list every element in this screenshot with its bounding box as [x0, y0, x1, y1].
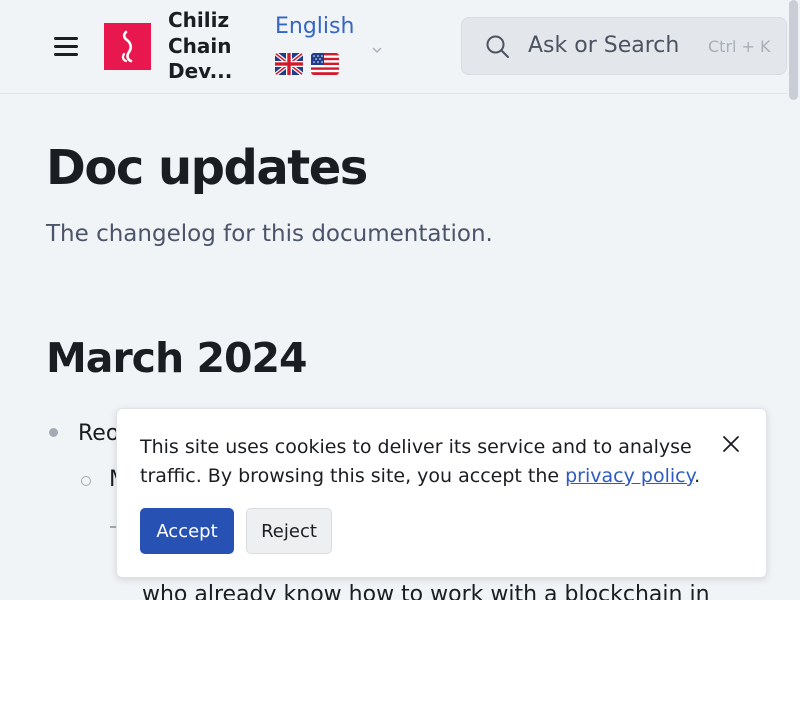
- docs-viewport: Chiliz Chain Dev... English Ask or Searc…: [0, 0, 800, 600]
- language-flags: [275, 53, 345, 77]
- hamburger-menu-icon[interactable]: [52, 33, 80, 59]
- list-paragraph-line: who already know how to work with a bloc…: [142, 582, 710, 600]
- close-icon[interactable]: [722, 435, 740, 453]
- language-switcher[interactable]: English: [275, 13, 354, 75]
- us-flag-icon: [311, 53, 339, 75]
- search-input[interactable]: Ask or Search Ctrl + K: [461, 17, 787, 75]
- cookie-message-end: .: [694, 465, 701, 487]
- language-label[interactable]: English: [275, 13, 354, 41]
- reject-cookies-button[interactable]: Reject: [246, 508, 332, 554]
- search-placeholder: Ask or Search: [528, 33, 680, 58]
- section-heading-march-2024: March 2024: [46, 334, 308, 382]
- uk-flag-icon: [275, 53, 303, 75]
- scrollbar-thumb[interactable]: [789, 0, 798, 100]
- search-shortcut-hint: Ctrl + K: [708, 37, 771, 56]
- list-bullet: [49, 428, 58, 437]
- cookie-message: This site uses cookies to deliver its se…: [140, 433, 720, 491]
- privacy-policy-link[interactable]: privacy policy: [565, 465, 694, 487]
- cookie-banner: This site uses cookies to deliver its se…: [116, 408, 767, 578]
- chiliz-logo[interactable]: [104, 23, 151, 70]
- page-subtitle: The changelog for this documentation.: [46, 221, 493, 247]
- site-title[interactable]: Chiliz Chain Dev...: [168, 8, 258, 85]
- search-icon: [485, 34, 511, 64]
- accept-cookies-button[interactable]: Accept: [140, 508, 234, 554]
- sublist-bullet: [81, 476, 91, 486]
- page-title: Doc updates: [46, 140, 368, 196]
- site-header: Chiliz Chain Dev... English Ask or Searc…: [0, 0, 800, 94]
- list-item-text: Reo: [78, 421, 120, 446]
- chevron-down-icon[interactable]: [370, 40, 384, 53]
